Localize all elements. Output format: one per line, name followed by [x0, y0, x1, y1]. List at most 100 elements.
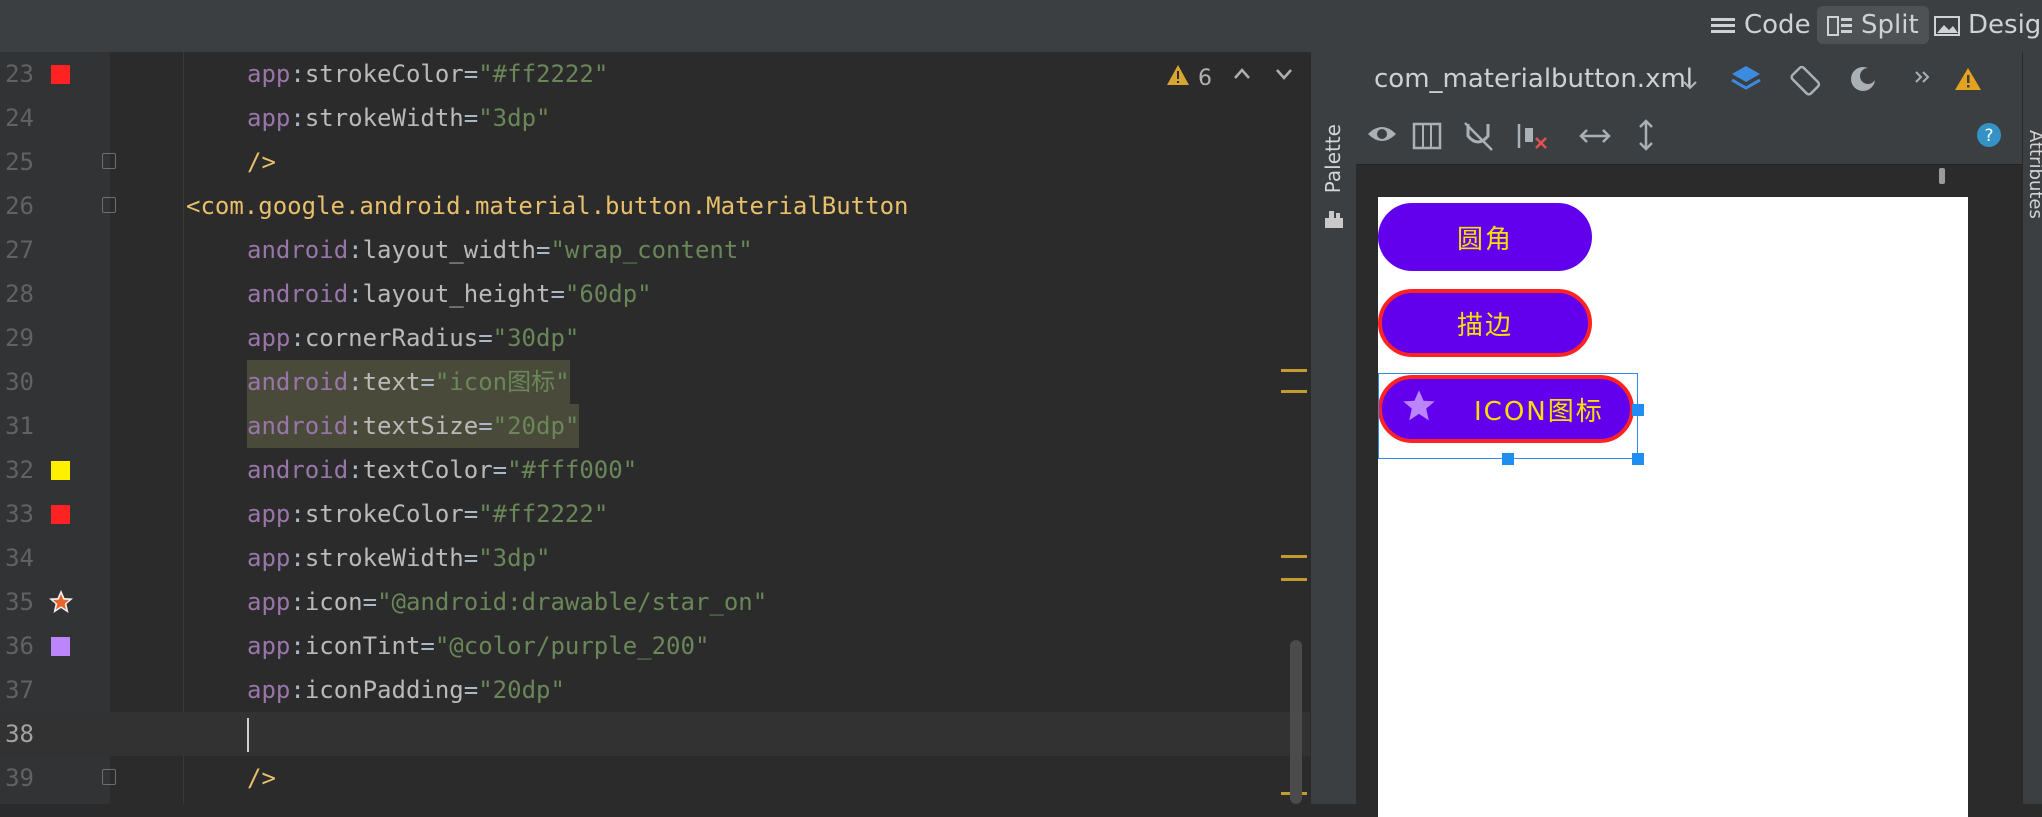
fold-marker-icon[interactable] — [102, 769, 116, 785]
top-toolbar: Code Split Design — [0, 0, 2042, 53]
expand-horizontal-icon[interactable] — [1578, 124, 1612, 152]
device-preview-screen: 圆角 描边 ICON图标 — [1378, 197, 1968, 817]
clear-constraints-icon[interactable] — [1516, 120, 1550, 156]
code-text: /> — [247, 148, 276, 176]
attributes-tab[interactable]: Attributes — [2025, 130, 2042, 219]
code-line[interactable]: 30 android:text="icon图标" — [0, 360, 1310, 404]
scroll-marker[interactable] — [1281, 578, 1307, 581]
code-line[interactable]: 32 android:textColor="#fff000" — [0, 448, 1310, 492]
help-icon[interactable]: ? — [1976, 122, 2002, 152]
design-view-button[interactable]: Design — [1924, 6, 2042, 44]
code-line[interactable]: 37 app:iconPadding="20dp" — [0, 668, 1310, 712]
previous-highlight-icon[interactable] — [1232, 64, 1252, 90]
line-number: 30 — [5, 368, 34, 396]
image-icon — [1934, 14, 1960, 36]
code-line[interactable]: 23 app:strokeColor="#ff2222" — [0, 52, 1310, 96]
blueprint-columns-icon[interactable] — [1412, 122, 1444, 154]
button-label: 圆角 — [1456, 224, 1513, 255]
attributes-strip: Attributes — [2022, 52, 2042, 804]
color-swatch-icon[interactable] — [51, 637, 70, 656]
line-number: 23 — [5, 60, 34, 88]
theme-icon[interactable] — [1848, 64, 1882, 102]
code-line[interactable]: 33 app:strokeColor="#ff2222" — [0, 492, 1310, 536]
warning-icon[interactable] — [1954, 66, 1982, 96]
file-name: com_materialbutton.xml — [1374, 64, 1694, 94]
design-view-label: Design — [1968, 10, 2042, 40]
layers-icon[interactable] — [1728, 62, 1764, 102]
code-line[interactable]: 29 app:cornerRadius="30dp" — [0, 316, 1310, 360]
design-toolbar: com_materialbutton.xml — [1356, 52, 2022, 109]
button-label: 描边 — [1456, 310, 1513, 341]
warnings-count: 6 — [1198, 65, 1212, 91]
resize-handle[interactable] — [1502, 453, 1514, 465]
palette-tab[interactable]: Palette — [1321, 124, 1345, 193]
color-swatch-icon[interactable] — [51, 505, 70, 524]
code-line-current[interactable]: 38 — [0, 712, 1310, 756]
next-highlight-icon[interactable] — [1274, 64, 1294, 90]
code-line[interactable]: 31 android:textSize="20dp" — [0, 404, 1310, 448]
line-number: 24 — [5, 104, 34, 132]
code-line[interactable]: 26 <com.google.android.material.button.M… — [0, 184, 1310, 228]
code-line[interactable]: 36 app:iconTint="@color/purple_200" — [0, 624, 1310, 668]
vertical-scrollbar[interactable] — [1290, 640, 1302, 804]
fold-marker-icon[interactable] — [102, 197, 116, 213]
color-swatch-icon[interactable] — [51, 461, 70, 480]
code-text: android:textColor="#fff000" — [247, 456, 638, 484]
code-text: app:iconTint="@color/purple_200" — [247, 632, 710, 660]
line-number: 27 — [5, 236, 34, 264]
code-text: app:strokeColor="#ff2222" — [247, 60, 609, 88]
code-line[interactable]: 35 app:icon="@android:drawable/star_on" — [0, 580, 1310, 624]
stroke-button[interactable]: 描边 — [1378, 289, 1592, 357]
warnings-indicator[interactable]: 6 — [1166, 64, 1212, 92]
more-actions-icon[interactable] — [1912, 66, 1934, 92]
split-view-button[interactable]: Split — [1817, 6, 1929, 44]
resize-handle[interactable] — [1632, 404, 1644, 416]
code-text: /> — [247, 764, 276, 792]
code-view-button[interactable]: Code — [1700, 6, 1821, 44]
expand-vertical-icon[interactable] — [1634, 118, 1658, 156]
palette-icon[interactable] — [1323, 208, 1345, 234]
split-view-icon — [1827, 14, 1853, 36]
code-text: android:textSize="20dp" — [247, 404, 580, 448]
scroll-marker[interactable] — [1281, 555, 1307, 558]
code-line[interactable]: 28 android:layout_height="60dp" — [0, 272, 1310, 316]
code-text: app:iconPadding="20dp" — [247, 676, 565, 704]
split-view-label: Split — [1861, 10, 1919, 40]
code-text: app:strokeWidth="3dp" — [247, 544, 551, 572]
eye-icon[interactable] — [1366, 122, 1402, 154]
line-number: 31 — [5, 412, 34, 440]
code-text: app:strokeWidth="3dp" — [247, 104, 551, 132]
line-number: 32 — [5, 456, 34, 484]
line-number: 29 — [5, 324, 34, 352]
resize-handle[interactable] — [1632, 453, 1644, 465]
code-view-label: Code — [1744, 10, 1811, 40]
line-number: 37 — [5, 676, 34, 704]
line-number: 35 — [5, 588, 34, 616]
palette-strip: Palette — [1310, 52, 1357, 804]
file-dropdown[interactable]: com_materialbutton.xml — [1356, 52, 1716, 108]
code-text: <com.google.android.material.button.Mate… — [186, 192, 909, 220]
code-text: android:layout_width="wrap_content" — [247, 236, 753, 264]
scroll-marker[interactable] — [1281, 390, 1307, 393]
code-editor[interactable]: 23 app:strokeColor="#ff2222" 24 app:stro… — [0, 52, 1310, 804]
code-line[interactable]: 39 /> — [0, 756, 1310, 800]
star-icon[interactable] — [48, 589, 74, 619]
code-line[interactable]: 25 /> — [0, 140, 1310, 184]
resize-handle[interactable] — [1939, 168, 1945, 184]
rounded-corner-button[interactable]: 圆角 — [1378, 203, 1592, 271]
rotate-device-icon[interactable] — [1788, 62, 1824, 102]
design-subtoolbar: ? — [1356, 108, 2022, 165]
fold-marker-icon[interactable] — [102, 153, 116, 169]
code-text: android:layout_height="60dp" — [247, 280, 652, 308]
scroll-marker[interactable] — [1281, 369, 1307, 372]
code-text: app:icon="@android:drawable/star_on" — [247, 588, 768, 616]
code-line[interactable]: 34 app:strokeWidth="3dp" — [0, 536, 1310, 580]
warning-icon — [1166, 64, 1190, 92]
code-line[interactable]: 24 app:strokeWidth="3dp" — [0, 96, 1310, 140]
line-number: 28 — [5, 280, 34, 308]
magnet-off-icon[interactable] — [1462, 120, 1496, 156]
color-swatch-icon[interactable] — [51, 65, 70, 84]
line-number: 39 — [5, 764, 34, 792]
line-number: 26 — [5, 192, 34, 220]
code-line[interactable]: 27 android:layout_width="wrap_content" — [0, 228, 1310, 272]
